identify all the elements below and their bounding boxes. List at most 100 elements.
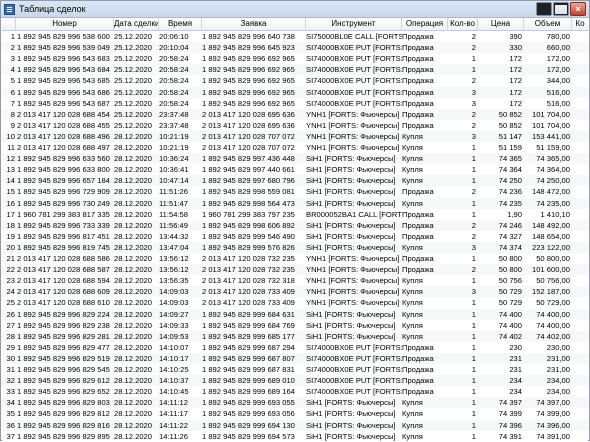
operation-cell: Продажа [402, 209, 434, 219]
header-cell-time[interactable]: Время [159, 18, 202, 31]
trade-number-cell: 1 892 945 829 996 829 519 [17, 353, 110, 363]
minimize-button[interactable] [536, 2, 552, 16]
quantity-cell: 2 [471, 220, 476, 230]
table-row[interactable]: 41 892 945 829 996 543 684 25.12.2020 20:5… [2, 64, 588, 76]
order-number-cell: 2 013 417 120 028 707 072 [202, 131, 295, 141]
header-cell-number[interactable]: Номер [16, 18, 114, 31]
table-row[interactable]: 12 1 892 945 829 996 633 560 28.12.2020 10:… [2, 153, 588, 165]
table-row[interactable]: 32 1 892 945 829 996 829 612 28.12.2020 14:… [2, 375, 588, 387]
trade-time-cell: 14:11:17 [159, 409, 188, 419]
volume-cell: 74 396,00 [536, 420, 570, 430]
quantity-cell: 2 [471, 120, 476, 130]
maximize-button[interactable] [553, 2, 569, 16]
instrument-cell: SiH1 [FORTS: Фьючерсы] [306, 165, 396, 175]
table-row[interactable]: 23 2 013 417 120 028 688 594 28.12.2020 13:… [2, 275, 588, 287]
table-row[interactable]: 33 1 892 945 829 996 829 652 28.12.2020 14:… [2, 386, 588, 398]
operation-cell: Продажа [402, 254, 434, 263]
order-number-cell: 1 892 945 829 999 685 177 [202, 331, 295, 341]
table-row[interactable]: 36 1 892 945 829 996 829 816 28.12.2020 14:… [2, 419, 588, 431]
table-row[interactable]: 51 892 945 829 996 543 685 25.12.2020 20:5… [2, 75, 588, 87]
table-row[interactable]: 71 892 945 829 996 543 687 25.12.2020 20:5… [2, 97, 588, 109]
header-cell-quantity[interactable]: Кол-во [448, 18, 478, 31]
row-index-cell: 7 [10, 98, 15, 108]
table-row[interactable]: 11 892 945 829 996 538 600 25.12.2020 20:0… [2, 31, 588, 43]
operation-cell: Продажа [402, 120, 434, 130]
trade-time-cell: 14:10:07 [159, 342, 189, 352]
table-row[interactable]: 92 013 417 120 028 688 455 25.12.2020 23:3… [2, 119, 588, 131]
quantity-cell: 1 [471, 409, 476, 419]
table-row[interactable]: 14 1 892 945 829 996 657 184 28.12.2020 10:… [2, 175, 588, 187]
volume-cell: 101 704,00 [531, 120, 570, 130]
header-cell-extra[interactable]: Ко [572, 18, 588, 31]
instrument-cell: SI74000BX0E PUT [FORTS: Опци [306, 98, 402, 108]
operation-cell: Продажа [402, 376, 434, 386]
quantity-cell: 1 [471, 387, 476, 397]
trade-date-cell: 28.12.2020 [114, 287, 153, 297]
table-row[interactable]: 30 1 892 945 829 996 829 519 28.12.2020 14:… [2, 352, 588, 364]
table-row[interactable]: 28 1 892 945 829 996 829 281 28.12.2020 14:… [2, 330, 588, 342]
header-cell-order[interactable]: Заявка [202, 18, 306, 31]
header-cell-price[interactable]: Цена [478, 18, 524, 31]
header-cell-operation[interactable]: Операция [402, 18, 448, 31]
table-row[interactable]: 18 1 892 945 829 996 733 339 28.12.2020 11:… [2, 219, 588, 231]
trade-number-cell: 1 892 945 829 996 538 600 [17, 32, 110, 41]
table-row[interactable]: 16 1 892 945 829 996 730 249 28.12.2020 11:… [2, 197, 588, 209]
instrument-cell: SiH1 [FORTS: Фьючерсы] [306, 198, 396, 208]
table-row[interactable]: 34 1 892 945 829 996 829 803 28.12.2020 14:… [2, 397, 588, 409]
trade-date-cell: 28.12.2020 [114, 309, 153, 319]
row-index-cell: 18 [6, 220, 15, 230]
header-cell-date[interactable]: Дата сделки [114, 18, 159, 31]
table-row[interactable]: 31 892 945 829 996 543 683 25.12.2020 20:5… [2, 53, 588, 65]
table-row[interactable]: 26 1 892 945 829 996 829 224 28.12.2020 14:… [2, 308, 588, 320]
header-cell-volume[interactable]: Объем [524, 18, 572, 31]
instrument-cell: YNH1 [FORTS: Фьючерсы] [306, 131, 400, 141]
table-row[interactable]: 13 1 892 945 829 996 633 800 28.12.2020 10:… [2, 164, 588, 176]
order-number-cell: 2 013 417 120 028 695 636 [202, 120, 295, 130]
header-cell-instrument[interactable]: Инструмент [306, 18, 402, 31]
instrument-cell: SiH1 [FORTS: Фьючерсы] [306, 309, 396, 319]
table-row[interactable]: 20 1 892 945 829 996 819 745 28.12.2020 13:… [2, 241, 588, 253]
table-row[interactable]: 19 1 892 945 829 996 817 451 28.12.2020 13:… [2, 230, 588, 242]
table-row[interactable]: 31 1 892 945 829 996 829 545 28.12.2020 14:… [2, 364, 588, 376]
table-row[interactable]: 29 1 892 945 829 996 829 477 28.12.2020 14:… [2, 341, 588, 353]
table-row[interactable]: 11 2 013 417 120 028 688 497 28.12.2020 10:… [2, 142, 588, 154]
price-cell: 50 852 [498, 120, 522, 130]
row-index-cell: 36 [6, 420, 15, 430]
table-row[interactable]: 25 2 013 417 120 028 688 610 28.12.2020 14:… [2, 297, 588, 309]
title-bar[interactable]: Таблица сделок × [1, 1, 589, 18]
table-row[interactable]: 24 2 013 417 120 028 688 609 28.12.2020 14:… [2, 286, 588, 298]
table-row[interactable]: 27 1 892 945 829 996 829 238 28.12.2020 14:… [2, 319, 588, 331]
close-button[interactable]: × [570, 2, 586, 16]
order-number-cell: 1 892 945 829 996 692 965 [202, 76, 295, 86]
table-row[interactable]: 82 013 417 120 028 688 454 25.12.2020 23:3… [2, 108, 588, 120]
volume-cell: 172,00 [546, 54, 570, 64]
quantity-cell: 1 [471, 165, 476, 175]
instrument-cell: YNH1 [FORTS: Фьючерсы] [306, 109, 400, 119]
operation-cell: Продажа [402, 365, 434, 374]
table-row[interactable]: 21 2 013 417 120 028 688 586 28.12.2020 13:… [2, 253, 588, 265]
trade-number-cell: 1 892 945 829 996 543 686 [17, 87, 110, 97]
table-row[interactable]: 17 1 960 781 299 383 817 335 28.12.2020 11:… [2, 208, 588, 220]
row-index-cell: 12 [6, 154, 15, 164]
table-row[interactable]: 21 892 945 829 996 539 049 25.12.2020 20:1… [2, 42, 588, 54]
order-number-cell: 1 892 945 829 999 687 807 [202, 353, 295, 363]
trade-date-cell: 28.12.2020 [114, 143, 153, 152]
table-row[interactable]: 22 2 013 417 120 028 688 587 28.12.2020 13:… [2, 264, 588, 276]
table-row[interactable]: 10 2 013 417 120 028 688 496 28.12.2020 10:… [2, 130, 588, 142]
table-row[interactable]: 61 892 945 829 996 543 686 25.12.2020 20:5… [2, 86, 588, 98]
trade-date-cell: 28.12.2020 [114, 154, 153, 164]
operation-cell: Продажа [402, 353, 434, 363]
quantity-cell: 1 [471, 365, 476, 374]
table-row[interactable]: 35 1 892 945 829 996 829 812 28.12.2020 14:… [2, 408, 588, 420]
trade-number-cell: 1 892 945 829 996 729 909 [17, 187, 110, 197]
table-row[interactable]: 37 1 892 945 829 996 829 895 28.12.2020 14:… [2, 430, 588, 442]
table-row[interactable]: 15 1 892 945 829 996 729 909 28.12.2020 11:… [2, 186, 588, 198]
header-cell-index[interactable] [2, 18, 16, 31]
close-icon: × [575, 4, 581, 14]
price-cell: 74 236 [498, 187, 522, 197]
order-number-cell: 1 892 945 829 996 692 965 [202, 65, 295, 75]
volume-cell: 74 397,00 [536, 398, 570, 408]
trade-date-cell: 25.12.2020 [114, 98, 153, 108]
quantity-cell: 1 [471, 154, 476, 164]
row-index-cell: 16 [6, 198, 15, 208]
